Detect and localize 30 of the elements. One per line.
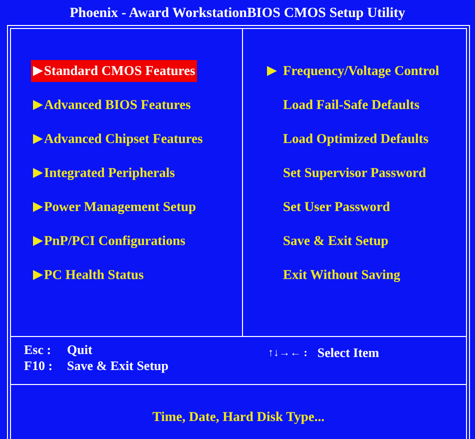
pointer-icon <box>33 66 43 76</box>
pointer-icon <box>33 202 43 212</box>
menu-item[interactable]: Save & Exit Setup <box>265 230 390 252</box>
menu-item[interactable]: PC Health Status <box>31 264 146 286</box>
menu-item[interactable]: Load Optimized Defaults <box>265 128 431 150</box>
item-description: Time, Date, Hard Disk Type... <box>152 408 325 425</box>
key-hint: F10 : <box>24 358 54 374</box>
pointer-icon <box>33 236 43 246</box>
menu-item[interactable]: Integrated Peripherals <box>31 162 177 184</box>
key-action: Select Item <box>317 345 380 361</box>
pointer-icon <box>267 66 277 76</box>
menu-item[interactable]: Load Fail-Safe Defaults <box>265 94 422 116</box>
menu-item[interactable]: Standard CMOS Features <box>31 60 198 82</box>
menu-item[interactable]: Advanced BIOS Features <box>31 94 193 116</box>
window-title: Phoenix - Award WorkstationBIOS CMOS Setup Utility <box>70 5 406 23</box>
menu-item[interactable]: Power Management Setup <box>31 196 198 218</box>
pointer-icon <box>33 168 43 178</box>
pointer-icon <box>33 270 43 280</box>
menu-item[interactable]: Set User Password <box>265 196 392 218</box>
key-action: Save & Exit Setup <box>67 358 168 374</box>
menu-item[interactable]: Frequency/Voltage Control <box>265 60 442 82</box>
pointer-icon <box>33 100 43 110</box>
menu-item[interactable]: PnP/PCI Configurations <box>31 230 188 252</box>
menu-item[interactable]: Advanced Chipset Features <box>31 128 205 150</box>
menu-item[interactable]: Set Supervisor Password <box>265 162 428 184</box>
pointer-icon <box>33 134 43 144</box>
key-hint: Esc : <box>24 342 52 358</box>
key-action: Quit <box>67 342 92 358</box>
menu-item[interactable]: Exit Without Saving <box>265 264 402 286</box>
key-hint: ↑↓→← : <box>268 346 308 361</box>
